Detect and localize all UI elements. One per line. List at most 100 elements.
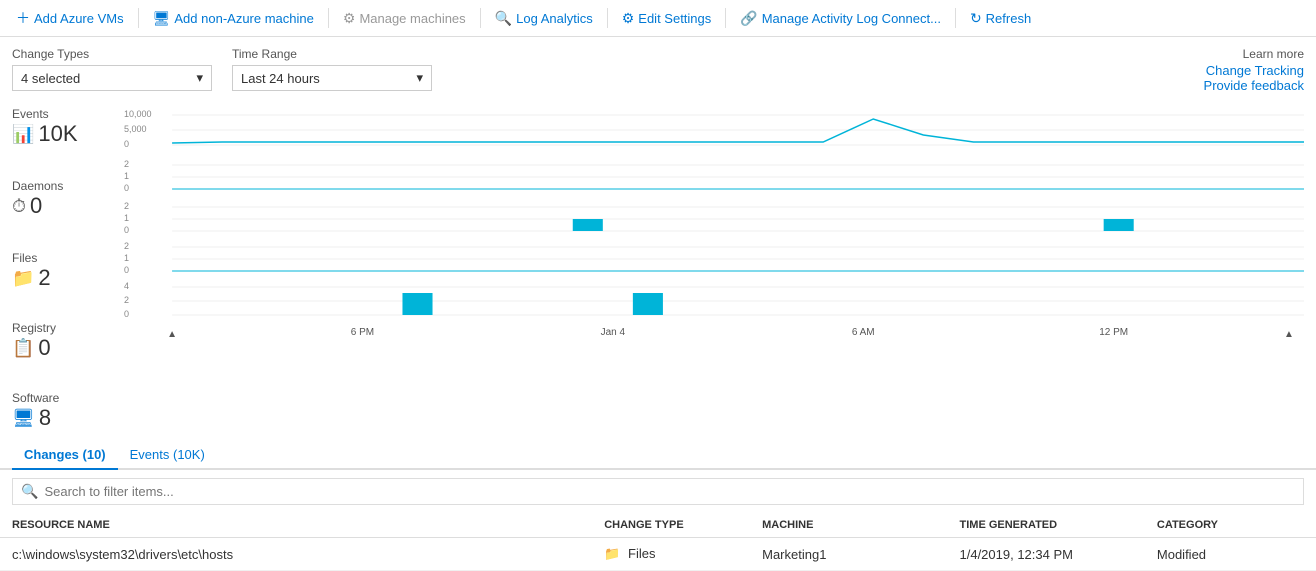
time-range-value: Last 24 hours xyxy=(241,71,320,86)
tab-events[interactable]: Events (10K) xyxy=(118,441,217,470)
settings-icon: ⚙ xyxy=(622,10,635,27)
connect-icon: 🔗 xyxy=(740,10,757,27)
chart-icon: 📊 xyxy=(12,124,34,145)
daemons-value: 0 xyxy=(30,193,42,219)
cell-category: Modified xyxy=(1145,538,1316,571)
separator xyxy=(955,8,956,28)
chart-area: 10,000 5,000 0 2 1 0 2 1 0 xyxy=(122,107,1304,367)
table-header-row: RESOURCE NAME CHANGE TYPE MACHINE TIME G… xyxy=(0,513,1316,538)
svg-text:6 PM: 6 PM xyxy=(351,327,374,338)
refresh-label: Refresh xyxy=(986,11,1032,26)
change-types-filter: Change Types 4 selected ▾ xyxy=(12,47,212,91)
events-tab-label: Events (10K) xyxy=(130,447,205,462)
cell-resource: c:\windows\system32\drivers\etc\hosts xyxy=(0,538,592,571)
svg-text:0: 0 xyxy=(124,309,129,319)
svg-text:1: 1 xyxy=(124,253,129,263)
separator xyxy=(138,8,139,28)
svg-text:5,000: 5,000 xyxy=(124,124,147,134)
log-analytics-button[interactable]: 🔍 Log Analytics xyxy=(487,6,601,31)
col-header-time-generated: TIME GENERATED xyxy=(948,513,1145,538)
svg-text:2: 2 xyxy=(124,241,129,251)
software-icon: 🖥 xyxy=(12,408,35,429)
changes-tab-label: Changes (10) xyxy=(24,447,106,462)
search-icon: 🔍 xyxy=(495,10,512,27)
time-range-select[interactable]: Last 24 hours ▾ xyxy=(232,65,432,91)
software-value: 8 xyxy=(39,405,51,431)
registry-value: 0 xyxy=(38,335,50,361)
toolbar: ＋ Add Azure VMs 🖥 Add non-Azure machine … xyxy=(0,0,1316,37)
change-types-select[interactable]: 4 selected ▾ xyxy=(12,65,212,91)
table-row[interactable]: c:\windows\system32\drivers\etc\hosts 📁 … xyxy=(0,538,1316,571)
svg-text:2: 2 xyxy=(124,201,129,211)
daemon-icon: ⏱ xyxy=(12,196,26,217)
registry-icon: 📋 xyxy=(12,338,34,359)
stat-events: Events 📊 10K xyxy=(12,107,114,147)
chevron-down-icon: ▾ xyxy=(416,70,423,86)
svg-text:0: 0 xyxy=(124,183,129,193)
col-header-category: CATEGORY xyxy=(1145,513,1316,538)
search-input[interactable] xyxy=(44,484,1295,499)
change-types-label: Change Types xyxy=(12,47,212,61)
chevron-down-icon: ▾ xyxy=(196,70,203,86)
manage-machines-button[interactable]: ⚙ Manage machines xyxy=(335,6,474,31)
refresh-icon: ↻ xyxy=(970,10,982,27)
main-chart: 10,000 5,000 0 2 1 0 2 1 0 xyxy=(122,107,1304,367)
svg-text:12 PM: 12 PM xyxy=(1099,327,1128,338)
col-header-machine: MACHINE xyxy=(750,513,947,538)
log-analytics-label: Log Analytics xyxy=(516,11,593,26)
edit-settings-label: Edit Settings xyxy=(638,11,711,26)
search-icon: 🔍 xyxy=(21,483,38,500)
stat-daemons: Daemons ⏱ 0 xyxy=(12,179,114,219)
separator xyxy=(607,8,608,28)
svg-text:0: 0 xyxy=(124,139,129,149)
plus-icon: ＋ xyxy=(16,8,30,28)
folder-icon: 📁 xyxy=(604,546,620,561)
col-header-resource: RESOURCE NAME xyxy=(0,513,592,538)
daemons-label: Daemons xyxy=(12,179,114,193)
svg-text:Jan 4: Jan 4 xyxy=(601,327,626,338)
refresh-button[interactable]: ↻ Refresh xyxy=(962,6,1039,31)
change-tracking-link[interactable]: Change Tracking xyxy=(1206,63,1304,78)
add-azure-vms-label: Add Azure VMs xyxy=(34,11,124,26)
manage-activity-button[interactable]: 🔗 Manage Activity Log Connect... xyxy=(732,6,949,31)
svg-text:10,000: 10,000 xyxy=(124,109,152,119)
stat-registry: Registry 📋 0 xyxy=(12,321,114,361)
cell-change-type: 📁 Files xyxy=(592,538,750,571)
col-header-change-type: CHANGE TYPE xyxy=(592,513,750,538)
separator xyxy=(480,8,481,28)
separator xyxy=(725,8,726,28)
learn-more-label: Learn more xyxy=(1243,47,1304,61)
change-types-value: 4 selected xyxy=(21,71,80,86)
edit-settings-button[interactable]: ⚙ Edit Settings xyxy=(614,6,720,31)
data-table: RESOURCE NAME CHANGE TYPE MACHINE TIME G… xyxy=(0,513,1316,571)
add-azure-vms-button[interactable]: ＋ Add Azure VMs xyxy=(8,4,132,32)
stat-files: Files 📁 2 xyxy=(12,251,114,291)
events-value: 10K xyxy=(38,121,77,147)
svg-text:1: 1 xyxy=(124,213,129,223)
search-bar: 🔍 xyxy=(12,478,1304,505)
add-non-azure-button[interactable]: 🖥 Add non-Azure machine xyxy=(145,6,322,31)
time-range-filter: Time Range Last 24 hours ▾ xyxy=(232,47,432,91)
svg-text:▲: ▲ xyxy=(167,329,177,340)
svg-text:2: 2 xyxy=(124,159,129,169)
stats-panel: Events 📊 10K Daemons ⏱ 0 Files 📁 2 Regis… xyxy=(12,107,122,433)
filters-row: Change Types 4 selected ▾ Time Range Las… xyxy=(0,37,1316,99)
tabs-row: Changes (10) Events (10K) xyxy=(0,441,1316,470)
svg-text:0: 0 xyxy=(124,225,129,235)
provide-feedback-link[interactable]: Provide feedback xyxy=(1204,78,1304,93)
svg-text:▲: ▲ xyxy=(1284,329,1294,340)
events-label: Events xyxy=(12,107,114,121)
software-label: Software xyxy=(12,391,114,405)
tab-changes[interactable]: Changes (10) xyxy=(12,441,118,470)
separator xyxy=(328,8,329,28)
learn-more-section: Learn more Change Tracking Provide feedb… xyxy=(1204,47,1304,93)
time-range-label: Time Range xyxy=(232,47,432,61)
manage-machines-label: Manage machines xyxy=(359,11,465,26)
svg-text:1: 1 xyxy=(124,171,129,181)
svg-text:4: 4 xyxy=(124,281,129,291)
monitor-icon: 🖥 xyxy=(153,10,171,27)
cell-machine: Marketing1 xyxy=(750,538,947,571)
gear-icon: ⚙ xyxy=(343,10,356,27)
stat-software: Software 🖥 8 xyxy=(12,391,114,431)
svg-text:2: 2 xyxy=(124,295,129,305)
